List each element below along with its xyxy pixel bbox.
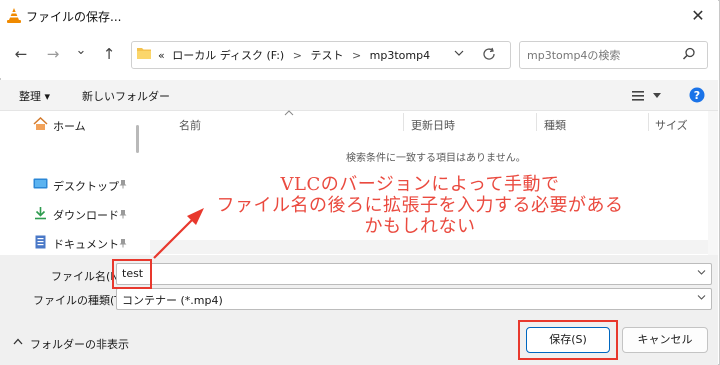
pin-icon [119,239,127,248]
breadcrumb: « ローカル ディスク (F:) > テスト > mp3tomp4 [158,47,430,63]
breadcrumb-separator: > [351,49,362,62]
sidebar-item-downloads[interactable]: ダウンロード [53,207,119,223]
chevron-up-icon[interactable] [13,338,23,345]
column-header-modified[interactable]: 更新日時 [411,117,455,133]
download-icon [35,207,46,220]
breadcrumb-item-test[interactable]: テスト [310,49,343,62]
svg-text:?: ? [694,89,700,102]
new-folder-button[interactable]: 新しいフォルダー [82,88,170,104]
search-input[interactable]: mp3tomp4の検索 [527,47,620,63]
column-header-size[interactable]: サイズ [655,117,688,133]
save-button-highlight [518,320,618,360]
refresh-icon[interactable] [481,46,497,62]
help-icon[interactable]: ? [689,87,705,103]
column-divider[interactable] [536,113,537,131]
column-divider[interactable] [403,113,404,131]
view-dropdown-icon[interactable] [653,93,661,99]
sort-ascending-icon [284,110,294,116]
chevron-down-icon[interactable] [697,294,706,301]
chevron-down-icon[interactable] [697,269,706,276]
sidebar-scrollbar[interactable] [136,125,139,153]
pin-icon [119,210,127,219]
column-header-name[interactable]: 名前 [179,117,201,133]
breadcrumb-separator: > [292,49,302,62]
breadcrumb-overflow[interactable]: « [158,49,165,62]
hide-folders-toggle[interactable]: フォルダーの非表示 [30,336,129,352]
desktop-icon [33,178,48,189]
home-icon [33,117,48,130]
close-icon[interactable]: ✕ [686,4,710,28]
filename-field[interactable] [116,263,712,285]
cancel-button[interactable]: キャンセル [622,327,708,353]
column-divider[interactable] [648,113,649,131]
column-header-type[interactable]: 種類 [544,117,566,133]
search-icon[interactable] [682,47,696,61]
view-options-icon[interactable] [631,90,645,102]
filename-highlight [112,259,152,289]
breadcrumb-item-drive[interactable]: ローカル ディスク (F:) [172,49,284,62]
horizontal-scrollbar[interactable] [150,240,708,254]
vlc-cone-icon [7,8,21,23]
folder-icon [137,48,151,59]
organize-button[interactable]: 整理 ▾ [19,88,50,104]
window-title: ファイルの保存... [26,10,122,24]
sidebar-item-desktop[interactable]: デスクトップ [53,178,119,194]
pin-icon [119,180,127,189]
back-icon[interactable]: ← [10,43,32,65]
breadcrumb-item-mp3tomp4[interactable]: mp3tomp4 [370,49,430,62]
filetype-value[interactable]: コンテナー (*.mp4) [122,292,223,308]
sidebar-item-home[interactable]: ホーム [53,118,86,134]
vertical-scrollbar[interactable] [708,111,718,255]
sidebar-item-documents[interactable]: ドキュメント [53,236,119,252]
recent-locations-icon[interactable]: ⌄ [70,40,92,62]
up-icon[interactable]: ↑ [98,43,120,65]
chevron-down-icon[interactable] [454,48,464,58]
document-icon [35,235,46,249]
annotation-line-3: かもしれない [364,216,476,237]
forward-icon[interactable]: → [42,43,64,65]
empty-message: 検索条件に一致する項目はありません。 [346,153,526,164]
filetype-label: ファイルの種類(T): [33,294,130,307]
